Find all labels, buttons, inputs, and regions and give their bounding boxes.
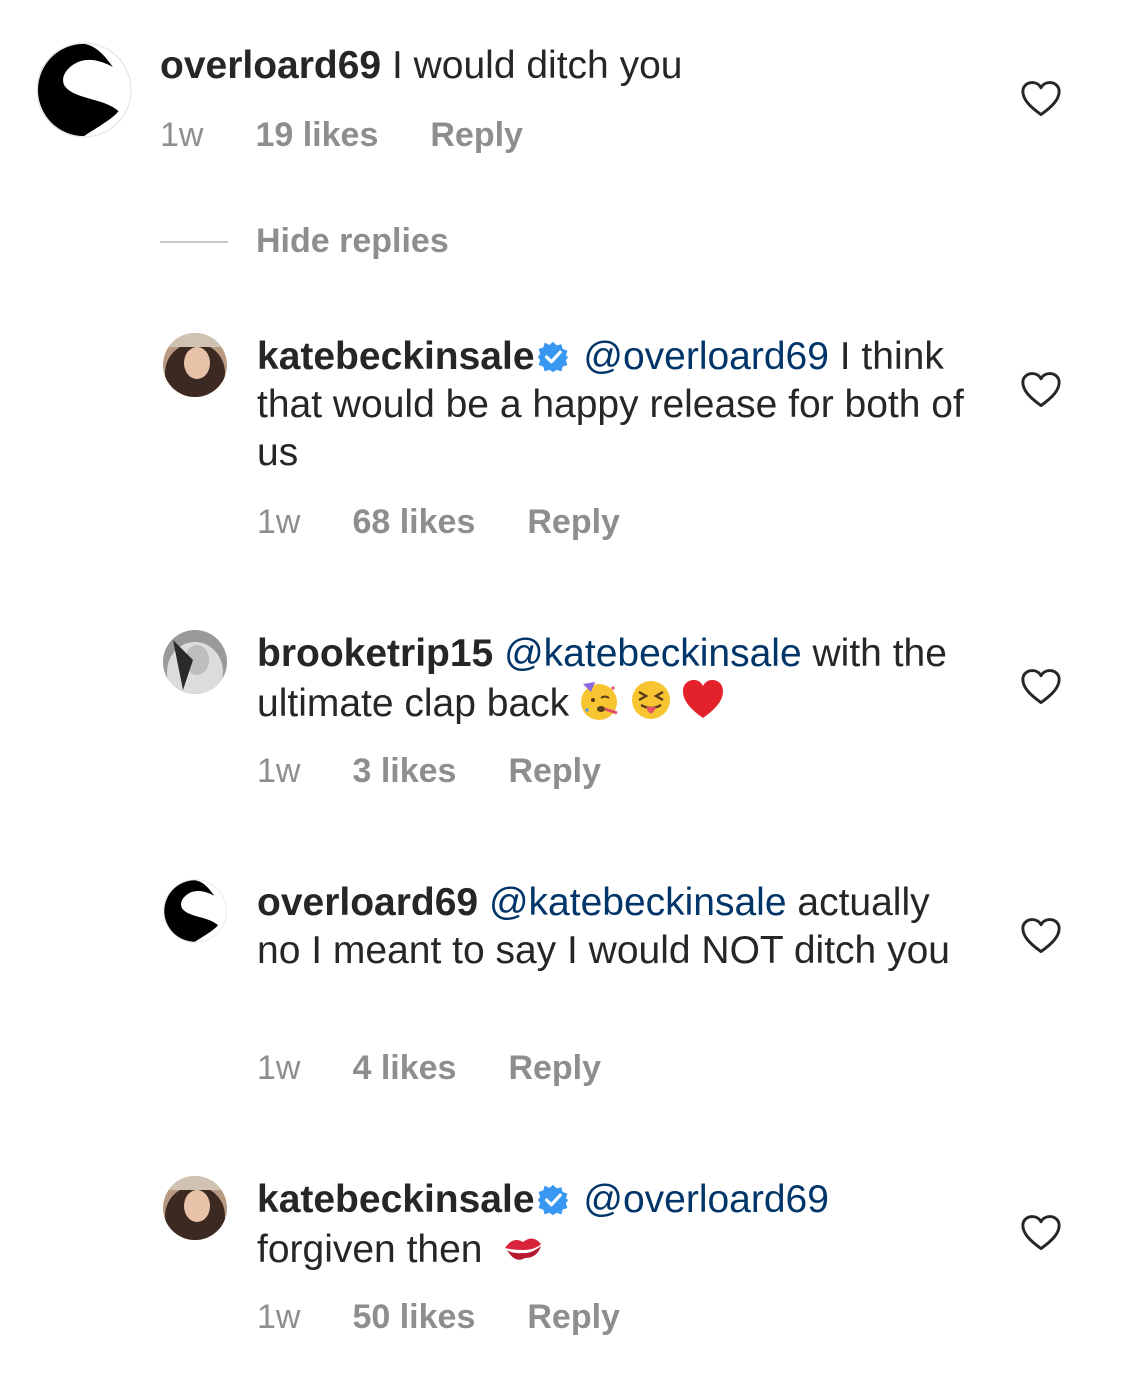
likes-count[interactable]: 3 likes [352,752,456,791]
hide-replies-button[interactable]: Hide replies [160,222,449,261]
comment-meta: 1w 19 likes Reply [160,116,523,155]
comment-meta: 1w 50 likes Reply [257,1298,620,1337]
verified-badge-icon [537,1184,569,1216]
timestamp: 1w [160,116,204,154]
heart-icon[interactable] [1020,1214,1062,1252]
kiss-mark-emoji [501,1224,545,1268]
reply-button[interactable]: Reply [527,1298,620,1337]
likes-count[interactable]: 19 likes [255,116,378,155]
reply-button[interactable]: Reply [508,752,601,791]
avatar[interactable] [36,42,132,138]
username[interactable]: overloard69 [160,44,381,87]
comment-meta: 1w 3 likes Reply [257,752,601,791]
comment-text: overloard69 I would ditch you [160,42,980,90]
comment-text: brooketrip15 @katebeckinsale with the ul… [257,630,977,728]
mention-link[interactable]: @katebeckinsale [504,632,802,675]
heart-icon[interactable] [1020,80,1062,118]
comment-meta: 1w 68 likes Reply [257,503,620,542]
timestamp: 1w [257,752,301,790]
heart-icon[interactable] [1020,917,1062,955]
username[interactable]: katebeckinsale [257,335,535,378]
likes-count[interactable]: 68 likes [352,503,475,542]
timestamp: 1w [257,503,301,541]
avatar[interactable] [163,879,227,943]
timestamp: 1w [257,1298,301,1336]
mention-link[interactable]: @overloard69 [583,335,829,378]
reply-button[interactable]: Reply [527,503,620,542]
heart-icon[interactable] [1020,371,1062,409]
hide-replies-label: Hide replies [256,222,449,260]
comment-text: overloard69 @katebeckinsale actually no … [257,879,957,975]
squinting-tongue-emoji [629,678,673,722]
heart-icon[interactable] [1020,668,1062,706]
username[interactable]: brooketrip15 [257,632,493,675]
avatar[interactable] [163,1176,227,1240]
comment-text: katebeckinsale @overloard69 forgiven the… [257,1176,957,1274]
likes-count[interactable]: 4 likes [352,1049,456,1088]
partying-face-emoji [577,678,621,722]
comment-body: forgiven then [257,1228,483,1271]
mention-link[interactable]: @overloard69 [583,1178,829,1221]
comment-body: I would ditch you [391,44,683,87]
comment-text: katebeckinsale @overloard69 I think that… [257,333,977,477]
username[interactable]: katebeckinsale [257,1178,535,1221]
divider-line [160,240,228,243]
reply-button[interactable]: Reply [508,1049,601,1088]
red-heart-emoji [681,678,725,722]
avatar[interactable] [163,630,227,694]
likes-count[interactable]: 50 likes [352,1298,475,1337]
reply-button[interactable]: Reply [430,116,523,155]
username[interactable]: overloard69 [257,881,478,924]
mention-link[interactable]: @katebeckinsale [489,881,787,924]
verified-badge-icon [537,341,569,373]
avatar[interactable] [163,333,227,397]
timestamp: 1w [257,1049,301,1087]
comment-meta: 1w 4 likes Reply [257,1049,601,1088]
